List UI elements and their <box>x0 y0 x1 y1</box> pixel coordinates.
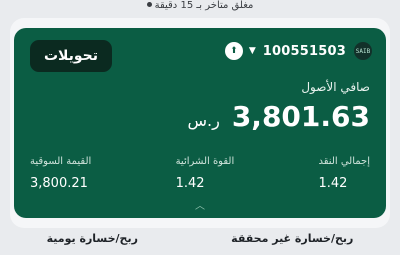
account-number: 100551503 <box>262 43 346 59</box>
market-status: مغلق متأخر بـ 15 دقيقة <box>0 0 400 14</box>
stat-market-value: القيمة السوقية 3,800.21 <box>30 156 91 200</box>
stat-value: 3,800.21 <box>30 176 88 191</box>
stat-value: 1.42 <box>175 176 205 191</box>
stat-total-cash: إجمالي النقد 1.42 <box>319 156 371 200</box>
caret-down-icon[interactable]: ▼ <box>249 46 256 56</box>
currency-label: ر.س <box>187 111 220 130</box>
portfolio-card: ⬆ ▼ 100551503 SAIB تحويلات صافي الأصول 3… <box>14 28 386 218</box>
chevron-up-icon[interactable]: ︿ <box>195 197 205 212</box>
stat-buying-power: القوة الشرائية 1.42 <box>176 156 235 200</box>
account-selector[interactable]: ⬆ ▼ 100551503 SAIB <box>224 40 372 62</box>
net-assets-amount: 3,801.63 <box>231 100 370 133</box>
tab-unrealized-pnl[interactable]: ربح/خسارة غير محققة <box>231 232 353 254</box>
up-arrow-icon[interactable]: ⬆ <box>224 42 243 60</box>
stat-label: القيمة السوقية <box>30 156 92 167</box>
tab-daily-pnl[interactable]: ربح/خسارة يومية <box>47 232 138 254</box>
pnl-tabs: ربح/خسارة غير محققة ربح/خسارة يومية <box>0 232 400 254</box>
transfers-button[interactable]: تحويلات <box>30 40 112 72</box>
stat-label: القوة الشرائية <box>175 156 235 167</box>
stat-value: 1.42 <box>318 176 348 191</box>
stat-label: إجمالي النقد <box>318 156 371 167</box>
net-assets-value: 3,801.63 ر.س <box>187 100 370 133</box>
stats-row: إجمالي النقد 1.42 القوة الشرائية 1.42 ال… <box>30 156 370 200</box>
net-assets-label: صافي الأصول <box>301 80 370 94</box>
market-status-text: مغلق متأخر بـ 15 دقيقة <box>154 0 254 11</box>
status-dot-icon <box>146 2 152 7</box>
bank-logo: SAIB <box>354 42 372 60</box>
